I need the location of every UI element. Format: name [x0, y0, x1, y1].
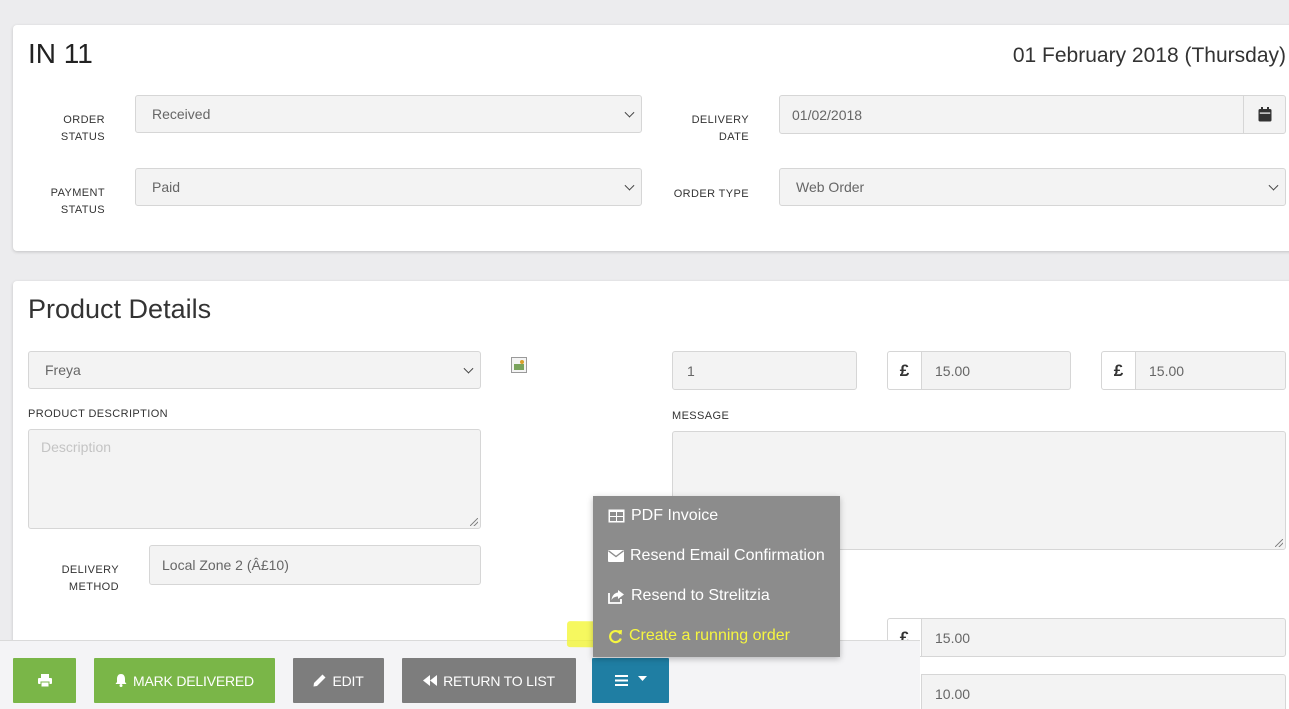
product-select[interactable]: Freya [28, 351, 481, 389]
product-description-textarea[interactable]: Description [28, 429, 481, 529]
unit-price-input[interactable]: 15.00 [921, 351, 1071, 390]
return-to-list-button[interactable]: RETURN TO LIST [402, 658, 576, 703]
delivery-date-label: DELIVERY DATE [691, 114, 749, 143]
quantity-input[interactable]: 1 [672, 351, 857, 390]
order-title: IN 11 [28, 38, 93, 69]
product-image [511, 357, 527, 373]
total-price-input[interactable]: 15.00 [1135, 351, 1286, 390]
mark-delivered-button[interactable]: MARK DELIVERED [94, 658, 275, 703]
delivery-price-input[interactable]: 15.00 [921, 618, 1286, 657]
menu-item-resend-to-strelitzia[interactable]: Resend to Strelitzia [608, 587, 770, 605]
print-button[interactable] [13, 658, 76, 703]
section-title: Product Details [28, 294, 212, 324]
refresh-icon [609, 629, 622, 643]
order-type-label: ORDER TYPE [673, 188, 749, 200]
pencil-icon [313, 674, 326, 687]
currency-addon: £ [1101, 351, 1136, 390]
menu-item-pdf-invoice[interactable]: PDF Invoice [608, 507, 718, 525]
payment-status-select[interactable]: Paid [135, 168, 642, 206]
share-icon [608, 589, 624, 604]
fast-backward-icon [423, 675, 438, 686]
message-label: MESSAGE [672, 410, 730, 422]
envelope-icon [608, 550, 624, 562]
print-icon [37, 674, 52, 687]
menu-item-create-running-order[interactable]: Create a running order [608, 627, 790, 645]
caret-down-icon [637, 676, 647, 681]
actions-dropdown-menu: PDF Invoice Resend Email Confirmation Re… [593, 496, 840, 657]
calendar-button[interactable] [1243, 96, 1285, 133]
order-type-select[interactable]: Web Order [779, 168, 1286, 206]
lower-price-input[interactable]: 10.00 [921, 674, 1286, 709]
delivery-method-input[interactable]: Local Zone 2 (Â£10) [149, 545, 481, 585]
currency-addon: £ [887, 351, 922, 390]
bell-icon [115, 674, 127, 687]
delivery-date-input[interactable]: 01/02/2018 [779, 95, 1286, 134]
delivery-method-label: DELIVERY METHOD [61, 564, 119, 593]
product-description-label: PRODUCT DESCRIPTION [28, 408, 169, 420]
order-status-label: ORDER STATUS [60, 114, 105, 143]
menu-item-resend-email[interactable]: Resend Email Confirmation [608, 547, 825, 565]
more-actions-dropdown-button[interactable] [592, 658, 669, 703]
order-status-select[interactable]: Received [135, 95, 642, 133]
order-date: 01 February 2018 (Thursday) [1012, 44, 1286, 67]
table-icon [608, 509, 625, 523]
menu-icon [614, 675, 628, 686]
payment-status-label: PAYMENT STATUS [50, 187, 105, 216]
resize-handle[interactable] [1275, 539, 1283, 547]
calendar-icon [1258, 107, 1271, 122]
edit-button[interactable]: EDIT [293, 658, 384, 703]
resize-handle[interactable] [470, 518, 478, 526]
